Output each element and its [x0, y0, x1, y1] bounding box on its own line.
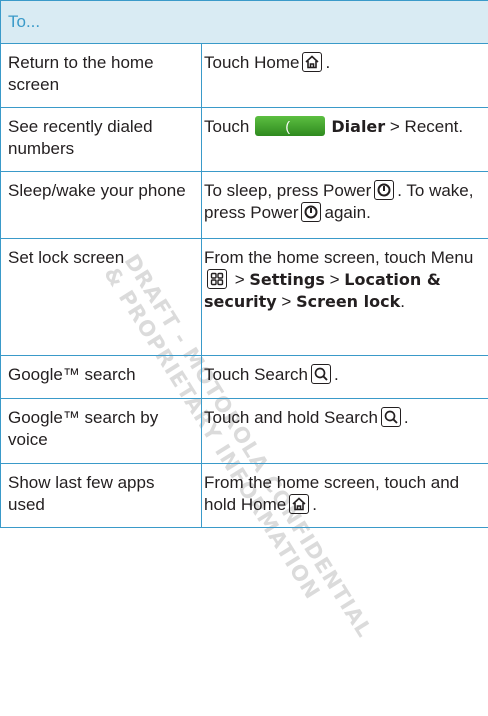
action-cell: Touch and hold Search. — [202, 399, 488, 464]
task-cell: Show last few apps used — [1, 464, 202, 528]
settings-label: Settings — [249, 270, 325, 289]
quick-start-table: To... Return to the home screen Touch Ho… — [0, 0, 488, 528]
action-cell: Touch ( Dialer > Recent. — [202, 108, 488, 172]
action-cell: Touch Search. — [202, 356, 488, 399]
action-text: > Recent. — [385, 117, 463, 136]
table-row: Google™ search by voice Touch and hold S… — [1, 399, 488, 464]
action-text: again. — [324, 203, 370, 222]
action-text: . — [334, 365, 339, 384]
table-header: To... — [1, 1, 488, 44]
task-cell: See recently dialed numbers — [1, 108, 202, 172]
action-text: Touch Search — [204, 365, 308, 384]
search-icon — [381, 407, 401, 427]
power-icon — [301, 202, 321, 222]
dialer-icon: ( — [255, 116, 325, 136]
action-text: . — [312, 495, 317, 514]
action-text: . — [404, 408, 409, 427]
action-text: > — [230, 270, 249, 289]
task-cell: Return to the home screen — [1, 44, 202, 108]
screen-lock-label: Screen lock — [296, 292, 400, 311]
action-text: > — [277, 292, 296, 311]
power-icon — [374, 180, 394, 200]
action-text: . — [400, 292, 405, 311]
action-text: To sleep, press Power — [204, 181, 371, 200]
table-row: Sleep/wake your phone To sleep, press Po… — [1, 172, 488, 239]
action-text: Touch Home — [204, 53, 299, 72]
task-cell: Sleep/wake your phone — [1, 172, 202, 239]
action-cell: From the home screen, touch and hold Hom… — [202, 464, 488, 528]
dialer-label: Dialer — [331, 117, 385, 136]
table-header-row: To... — [1, 1, 488, 44]
table-row: Set lock screen From the home screen, to… — [1, 239, 488, 356]
action-text: > — [325, 270, 344, 289]
home-icon — [302, 52, 322, 72]
action-cell: To sleep, press Power. To wake, press Po… — [202, 172, 488, 239]
home-icon — [289, 494, 309, 514]
action-cell: Touch Home. — [202, 44, 488, 108]
table-row: Return to the home screen Touch Home. — [1, 44, 488, 108]
table-row: Show last few apps used From the home sc… — [1, 464, 488, 528]
search-icon — [311, 364, 331, 384]
table-row: Google™ search Touch Search. — [1, 356, 488, 399]
action-text: From the home screen, touch Menu — [204, 248, 473, 267]
menu-icon — [207, 269, 227, 289]
action-text: Touch — [204, 117, 249, 136]
task-cell: Google™ search — [1, 356, 202, 399]
action-text: . — [325, 53, 330, 72]
action-text: From the home screen, touch and hold Hom… — [204, 473, 459, 514]
table-row: See recently dialed numbers Touch ( Dialer… — [1, 108, 488, 172]
task-cell: Google™ search by voice — [1, 399, 202, 464]
action-text: Touch and hold Search — [204, 408, 378, 427]
action-cell: From the home screen, touch Menu > Setti… — [202, 239, 488, 356]
task-cell: Set lock screen — [1, 239, 202, 356]
phone-icon: ( — [285, 118, 290, 134]
